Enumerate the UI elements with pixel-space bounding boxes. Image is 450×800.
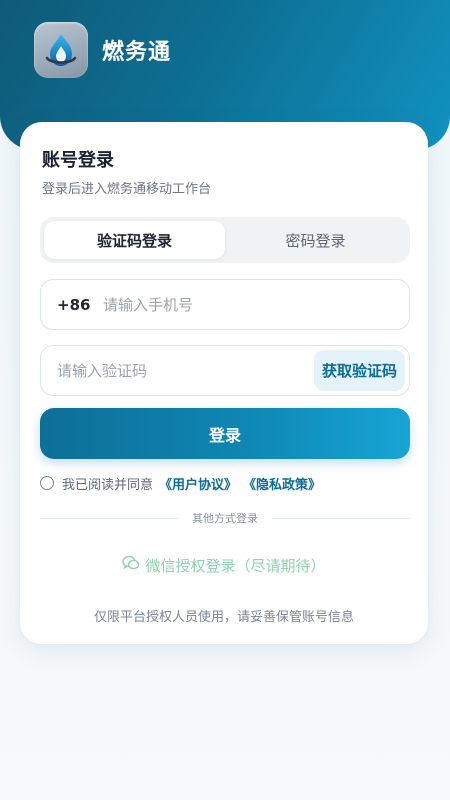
code-input[interactable]: 请输入验证码 获取验证码 — [40, 345, 410, 396]
phone-input[interactable]: +86 请输入手机号 — [40, 279, 410, 330]
agreement-text: 我已阅读并同意 — [62, 477, 154, 493]
tab-password-login[interactable]: 密码登录 — [225, 221, 406, 259]
footer-note: 仅限平台授权人员使用，请妥善保管账号信息 — [93, 610, 354, 625]
login-subtitle: 登录后进入燃务通移动工作台 — [42, 182, 212, 197]
divider-line — [272, 517, 410, 519]
country-code[interactable]: +86 — [57, 296, 103, 314]
phone-placeholder: 请输入手机号 — [103, 296, 194, 314]
divider-line — [40, 517, 178, 519]
privacy-policy-link[interactable]: 《隐私政策》 — [243, 474, 321, 493]
get-code-button[interactable]: 获取验证码 — [313, 350, 405, 391]
login-card: 账号登录 登录后进入燃务通移动工作台 验证码登录 密码登录 +86 请输入手机号… — [20, 122, 428, 644]
login-title: 账号登录 — [42, 150, 114, 171]
tab-code-login[interactable]: 验证码登录 — [44, 221, 225, 259]
code-placeholder: 请输入验证码 — [57, 362, 148, 380]
wechat-login-button[interactable]: 微信授权登录（尽请期待） — [20, 554, 428, 576]
agreement-checkbox[interactable] — [40, 476, 54, 490]
wechat-login-label: 微信授权登录（尽请期待） — [145, 556, 326, 575]
user-agreement-link[interactable]: 《用户协议》 — [159, 474, 237, 493]
other-methods-divider: 其他方式登录 — [40, 510, 410, 526]
login-method-tabs: 验证码登录 密码登录 — [40, 217, 410, 263]
gas-flame-icon — [34, 22, 88, 78]
other-methods-label: 其他方式登录 — [192, 512, 258, 525]
agreement-row: 我已阅读并同意 《用户协议》 《隐私政策》 — [40, 473, 321, 493]
login-button[interactable]: 登录 — [40, 408, 410, 459]
app-title: 燃务通 — [102, 40, 172, 65]
app-header: 燃务通 — [34, 22, 171, 78]
wechat-icon — [122, 555, 140, 575]
